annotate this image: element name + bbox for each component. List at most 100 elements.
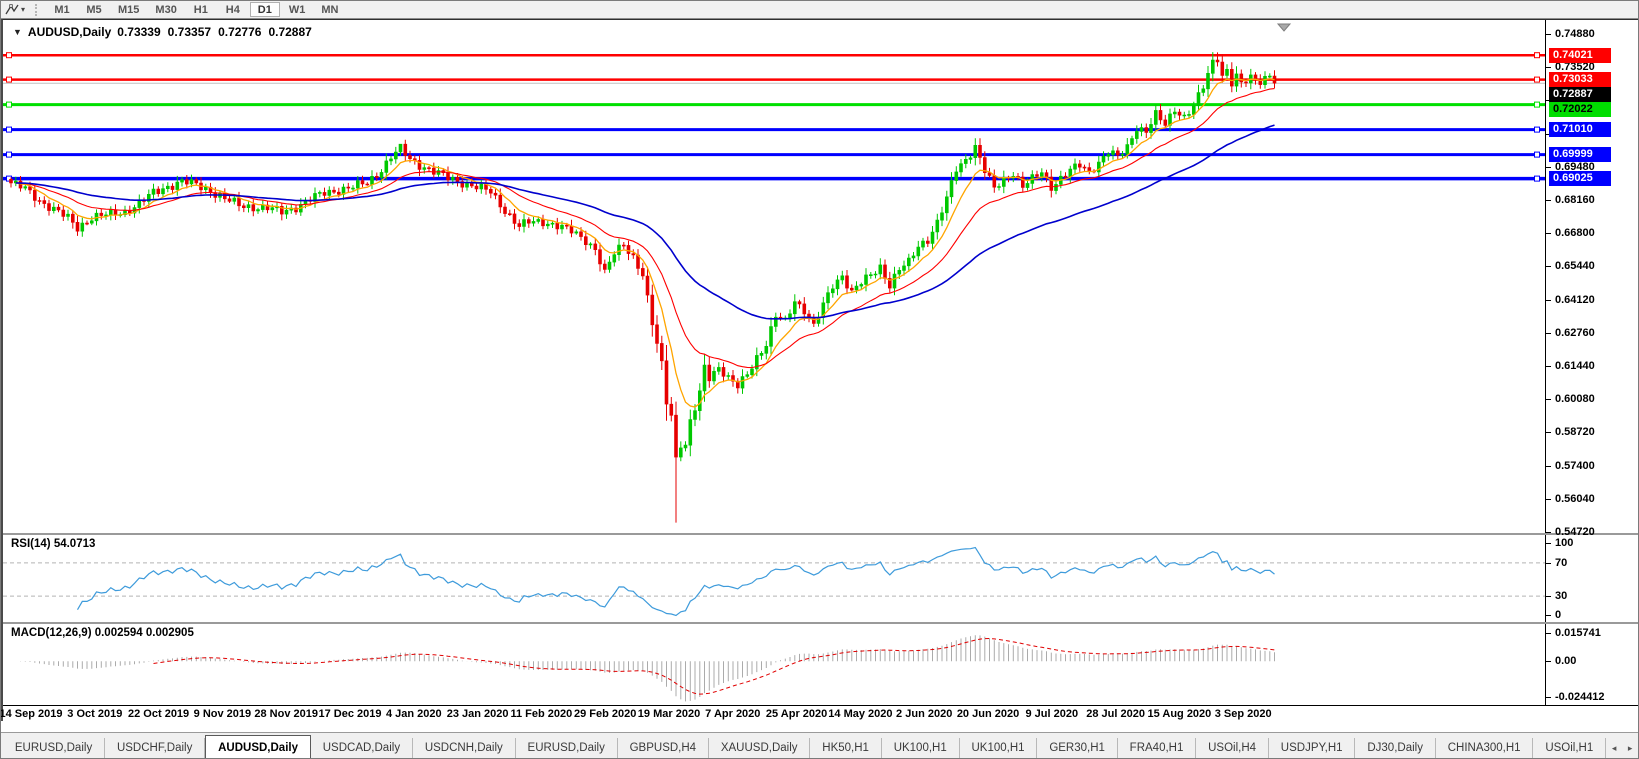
price-tick-label: 0.56040 xyxy=(1555,492,1595,505)
hline-pivot-0.72022[interactable] xyxy=(3,101,1545,108)
macd-indicator-label: MACD(12,26,9) 0.002594 0.002905 xyxy=(11,627,194,639)
chart-shift-marker-icon[interactable] xyxy=(1276,23,1292,32)
timeframe-toolbar: ▾ M1 M5 M15 M30 H1 H4 D1 W1 MN xyxy=(1,1,1638,19)
macd-histogram xyxy=(20,635,1275,702)
chart-tab-china300-h1[interactable]: CHINA300,H1 xyxy=(1436,738,1534,758)
chart-tab-dj30-daily[interactable]: DJ30,Daily xyxy=(1355,738,1436,758)
rsi-axis[interactable]: 100 70 30 0 xyxy=(1545,535,1638,622)
hline-handle[interactable] xyxy=(6,101,12,108)
price-tick-mark xyxy=(1546,34,1551,35)
hline-resistance-0.74021[interactable] xyxy=(3,52,1545,59)
timeframe-button-m5[interactable]: M5 xyxy=(79,2,109,17)
bear-candle-bodies xyxy=(9,59,1277,458)
hline-handle[interactable] xyxy=(6,76,12,83)
date-axis[interactable]: 14 Sep 2019 3 Oct 2019 22 Oct 2019 9 Nov 20… xyxy=(1,705,1638,722)
chart-tab-usdcnh-daily[interactable]: USDCNH,Daily xyxy=(413,738,516,758)
chart-tab-uk100-h1[interactable]: UK100,H1 xyxy=(882,738,960,758)
timeframe-button-d1[interactable]: D1 xyxy=(249,2,280,17)
price-tick-label: 0.64120 xyxy=(1555,293,1595,306)
price-axis[interactable]: 0.748800.735200.721600.708000.694800.681… xyxy=(1545,20,1638,538)
chart-tab-xauusd-daily[interactable]: XAUUSD,Daily xyxy=(709,738,811,758)
timeframe-button-m1[interactable]: M1 xyxy=(47,2,77,17)
chart-tab-usdchf-daily[interactable]: USDCHF,Daily xyxy=(105,738,206,758)
price-tick-mark xyxy=(1546,266,1551,268)
bull-candle-bodies xyxy=(14,59,1272,458)
rsi-chart-plot[interactable] xyxy=(3,535,1545,622)
chart-tab-hk50-h1[interactable]: HK50,H1 xyxy=(810,738,882,758)
price-level-badge: 0.72022 xyxy=(1549,102,1611,118)
chart-tab-ger30-h1[interactable]: GER30,H1 xyxy=(1037,738,1118,758)
price-tick-label: 0.57400 xyxy=(1555,459,1595,472)
macd-tick-label: 0.00 xyxy=(1555,655,1577,668)
price-tick-label: 0.74880 xyxy=(1555,28,1595,40)
date-axis-label: 22 Oct 2019 xyxy=(128,708,190,720)
timeframe-button-m30[interactable]: M30 xyxy=(148,2,183,17)
rsi-indicator-label: RSI(14) 54.0713 xyxy=(11,538,96,550)
tool-dropdown-caret[interactable]: ▾ xyxy=(21,5,25,14)
timeframe-button-w1[interactable]: W1 xyxy=(282,2,313,17)
hline-handle[interactable] xyxy=(1534,151,1540,158)
rsi-tick-label: 70 xyxy=(1555,556,1568,569)
chart-tab-usoil-h1[interactable]: USOil,H1 xyxy=(1533,738,1607,758)
macd-tick-mark xyxy=(1546,697,1551,698)
price-tick-mark xyxy=(1546,233,1551,235)
rsi-tick-label: 100 xyxy=(1555,537,1574,549)
chart-tab-eurusd-daily[interactable]: EURUSD,Daily xyxy=(3,738,106,758)
rsi-tick-label: 30 xyxy=(1555,590,1568,603)
hline-handle[interactable] xyxy=(1534,175,1540,182)
price-tick-mark xyxy=(1546,432,1551,434)
hline-handle[interactable] xyxy=(6,52,12,59)
timeframe-button-h4[interactable]: H4 xyxy=(218,2,248,17)
date-axis-label: 17 Dec 2019 xyxy=(318,708,382,720)
chart-tab-fra40-h1[interactable]: FRA40,H1 xyxy=(1118,738,1197,758)
chart-tab-usoil-h4[interactable]: USOil,H4 xyxy=(1196,738,1269,758)
rsi-tick-mark xyxy=(1546,596,1551,598)
chart-tab-uk100-h1[interactable]: UK100,H1 xyxy=(960,738,1038,758)
macd-tick-label: -0.024412 xyxy=(1555,691,1605,703)
date-axis-label: 2 Jun 2020 xyxy=(896,708,953,720)
timeframe-button-h1[interactable]: H1 xyxy=(186,2,216,17)
ohlc-low: 0.72776 xyxy=(218,25,262,39)
hline-handle[interactable] xyxy=(1534,101,1540,108)
hline-handle[interactable] xyxy=(1534,76,1540,83)
chart-tab-eurusd-daily[interactable]: EURUSD,Daily xyxy=(516,738,618,758)
price-tick-label: 0.58720 xyxy=(1555,426,1595,439)
date-axis-label: 23 Jan 2020 xyxy=(446,708,509,720)
chart-dropdown-icon[interactable]: ▼ xyxy=(13,27,22,37)
chart-tab-gbpusd-h4[interactable]: GBPUSD,H4 xyxy=(618,738,709,758)
chart-tab-usdjpy-h1[interactable]: USDJPY,H1 xyxy=(1269,738,1356,758)
price-tick-mark xyxy=(1546,67,1551,69)
date-axis-label: 4 Jan 2020 xyxy=(385,708,442,720)
macd-panel: MACD(12,26,9) 0.002594 0.002905 0.015741… xyxy=(3,624,1638,705)
price-level-badge: 0.74021 xyxy=(1549,47,1611,63)
chart-tab-bar: EURUSD,Daily USDCHF,Daily AUDUSD,Daily USDC… xyxy=(1,732,1638,758)
hline-handle[interactable] xyxy=(1534,52,1540,59)
date-axis-label: 20 Jun 2020 xyxy=(956,708,1020,720)
macd-axis[interactable]: 0.015741 0.00 -0.024412 xyxy=(1545,624,1638,705)
draw-line-tool-icon[interactable]: ▾ xyxy=(5,3,25,16)
rsi-tick-mark xyxy=(1546,562,1551,564)
hline-support-0.69025[interactable] xyxy=(3,175,1545,182)
price-tick-label: 0.61440 xyxy=(1555,360,1595,372)
date-axis-label: 25 Apr 2020 xyxy=(765,708,828,720)
hline-handle[interactable] xyxy=(6,151,12,158)
hline-handle[interactable] xyxy=(6,126,12,133)
hline-support-0.7101[interactable] xyxy=(3,126,1545,133)
tab-scroll-right-icon[interactable]: ▸ xyxy=(1622,738,1638,758)
timeframe-button-mn[interactable]: MN xyxy=(314,2,345,17)
macd-chart-plot[interactable] xyxy=(3,624,1545,705)
tab-scroll-left-icon[interactable]: ◂ xyxy=(1606,738,1622,758)
chart-tab-audusd-daily[interactable]: AUDUSD,Daily xyxy=(205,735,311,758)
price-chart-plot[interactable] xyxy=(3,20,1545,533)
date-axis-label: 3 Oct 2019 xyxy=(67,708,123,720)
chart-title: ▼ AUDUSD,Daily 0.73339 0.73357 0.72776 0… xyxy=(13,25,312,39)
chart-tab-usdcad-daily[interactable]: USDCAD,Daily xyxy=(311,738,413,758)
date-axis-label: 28 Nov 2019 xyxy=(254,708,318,720)
hline-support-0.69999[interactable] xyxy=(3,151,1545,158)
hline-resistance-0.73033[interactable] xyxy=(3,76,1545,83)
price-level-badge: 0.72887 xyxy=(1549,87,1611,103)
hline-handle[interactable] xyxy=(1534,126,1540,133)
timeframe-button-m15[interactable]: M15 xyxy=(111,2,146,17)
timeframe-buttons: M1 M5 M15 M30 H1 H4 D1 W1 MN xyxy=(46,2,346,17)
date-axis-label: 15 Aug 2020 xyxy=(1147,708,1212,720)
